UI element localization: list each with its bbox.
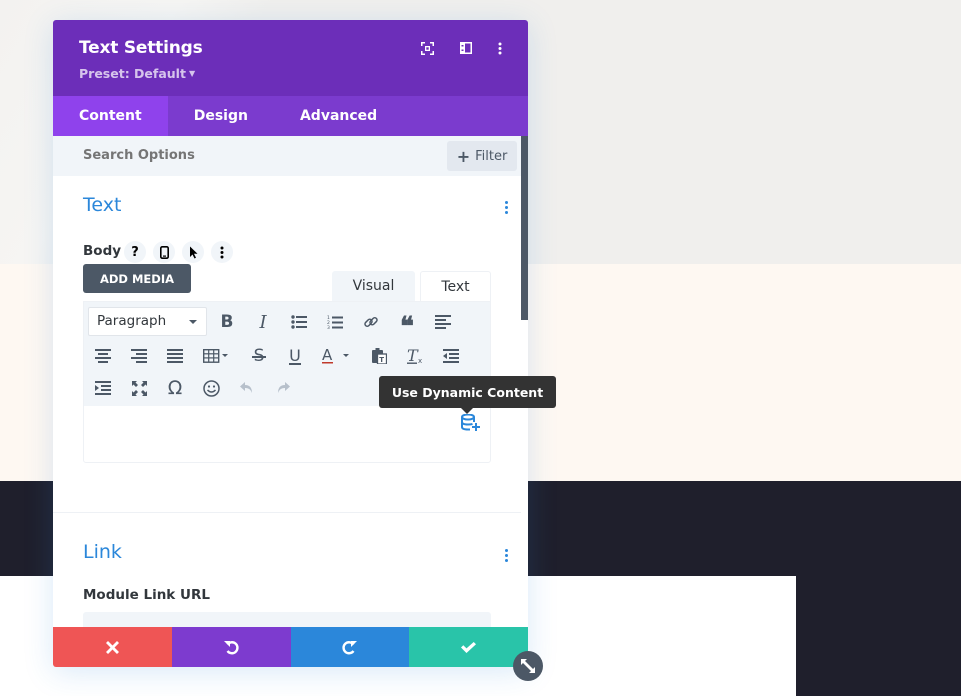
undo-icon[interactable] [235, 376, 259, 400]
svg-text:A: A [322, 348, 333, 364]
align-left-icon[interactable] [431, 310, 455, 334]
undo-button[interactable] [171, 627, 291, 667]
scrollbar[interactable] [521, 136, 528, 320]
italic-icon[interactable]: I [251, 310, 275, 334]
mobile-icon[interactable] [153, 241, 175, 263]
section-title-link[interactable]: Link [83, 541, 122, 563]
format-select-value: Paragraph [97, 313, 167, 329]
blockquote-icon[interactable]: ❝ [395, 310, 419, 340]
editor-tab-text[interactable]: Text [420, 271, 491, 301]
filter-button[interactable]: + Filter [447, 141, 517, 171]
resize-handle[interactable] [513, 651, 543, 681]
close-icon [105, 640, 119, 654]
numbered-list-icon[interactable]: 123 [323, 310, 347, 334]
section-divider [53, 512, 521, 513]
dynamic-content-icon[interactable] [461, 413, 481, 434]
underline-icon[interactable]: U [283, 344, 307, 368]
fullscreen-icon[interactable] [127, 376, 151, 400]
settings-tabs: Content Design Advanced [53, 96, 528, 136]
section-menu-icon[interactable] [503, 549, 509, 562]
tooltip-text: Use Dynamic Content [391, 384, 544, 400]
plus-icon: + [456, 146, 471, 166]
redo-button[interactable] [290, 627, 410, 667]
strikethrough-icon[interactable]: S [247, 344, 271, 368]
module-link-url-input[interactable] [83, 612, 491, 627]
dynamic-content-tooltip: Use Dynamic Content [379, 376, 556, 414]
modal-header: Text Settings Preset: Default ▼ [53, 20, 528, 96]
check-icon [461, 641, 477, 653]
indent-icon[interactable] [91, 376, 115, 400]
table-icon[interactable] [200, 344, 232, 368]
format-select[interactable]: Paragraph [88, 307, 207, 336]
help-icon[interactable]: ? [124, 241, 146, 263]
more-vertical-icon[interactable] [211, 241, 233, 263]
section-menu-icon[interactable] [503, 201, 509, 214]
tab-design[interactable]: Design [168, 96, 274, 136]
redo-icon [342, 640, 358, 654]
modal-title: Text Settings [79, 38, 203, 58]
align-center-icon[interactable] [91, 344, 115, 368]
paste-as-text-icon[interactable]: T [367, 344, 391, 368]
module-link-url-label: Module Link URL [83, 587, 210, 603]
resize-diagonal-icon [521, 659, 535, 673]
text-settings-modal: Text Settings Preset: Default ▼ Content D… [53, 20, 528, 667]
cancel-button[interactable] [53, 627, 172, 667]
save-button[interactable] [409, 627, 528, 667]
outdent-icon[interactable] [439, 344, 463, 368]
redo-icon[interactable] [271, 376, 295, 400]
undo-icon [223, 640, 239, 654]
link-icon[interactable] [359, 310, 383, 334]
svg-text:3: 3 [327, 325, 330, 330]
preset-dropdown[interactable]: Preset: Default ▼ [79, 66, 195, 81]
svg-text:T: T [379, 356, 384, 364]
expand-icon[interactable] [418, 39, 436, 57]
body-label: Body [83, 243, 122, 259]
editor-tab-visual[interactable]: Visual [332, 271, 415, 301]
modal-footer [53, 627, 528, 667]
search-bar: + Filter [53, 136, 521, 176]
align-justify-icon[interactable] [163, 344, 187, 368]
tab-content[interactable]: Content [53, 96, 168, 136]
sidebar-layout-icon[interactable] [457, 39, 475, 57]
align-right-icon[interactable] [127, 344, 151, 368]
caret-down-icon [189, 320, 197, 324]
add-media-button[interactable]: ADD MEDIA [83, 264, 191, 293]
clear-formatting-icon[interactable]: Tx [403, 344, 427, 368]
svg-text:x: x [418, 357, 422, 364]
pointer-icon[interactable] [182, 241, 204, 263]
bold-icon[interactable]: B [215, 310, 239, 334]
tab-advanced[interactable]: Advanced [274, 96, 403, 136]
emoticons-icon[interactable] [199, 376, 223, 400]
more-vertical-icon[interactable] [491, 39, 509, 57]
section-title-text[interactable]: Text [83, 194, 121, 216]
preset-label: Preset: Default [79, 66, 186, 81]
text-color-icon[interactable]: A [319, 344, 355, 368]
bullet-list-icon[interactable] [287, 310, 311, 334]
caret-down-icon: ▼ [188, 69, 196, 78]
search-options-input[interactable] [83, 148, 383, 163]
filter-label: Filter [475, 148, 508, 164]
special-character-icon[interactable]: Ω [163, 376, 187, 400]
